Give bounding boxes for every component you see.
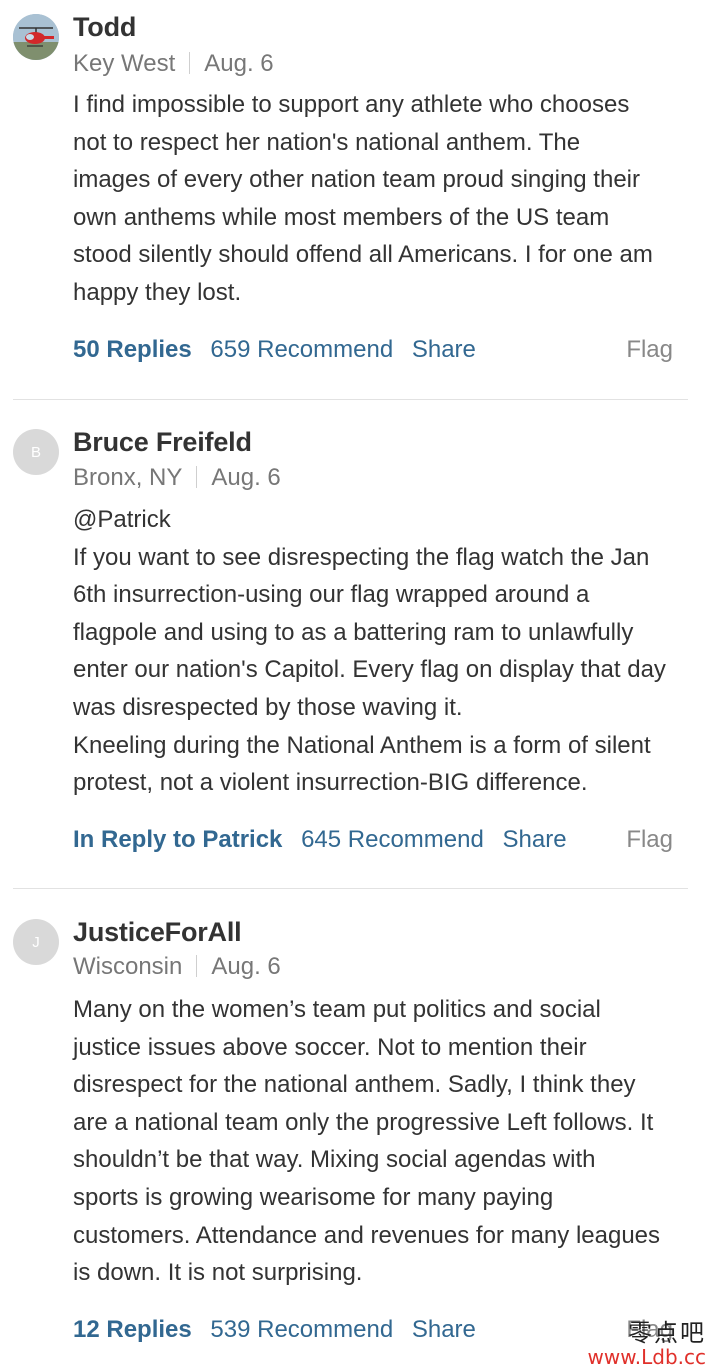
replies-link[interactable]: 12 Replies [73, 1316, 192, 1343]
meta-separator [196, 466, 198, 488]
comment-date: Aug. 6 [211, 953, 281, 980]
comment-divider [13, 888, 688, 889]
comment-body: @Patrick If you want to see disrespectin… [73, 501, 698, 802]
helicopter-photo-avatar [13, 14, 59, 60]
flag-button[interactable]: Flag [626, 826, 673, 854]
comment-date: Aug. 6 [211, 464, 281, 491]
meta-separator [196, 955, 198, 977]
comment-body: Many on the women’s team put politics an… [73, 991, 698, 1292]
avatar-initial: B [30, 443, 41, 461]
comment-paragraph: I find impossible to support any athlete… [73, 91, 653, 306]
user-avatar[interactable]: B [13, 429, 59, 475]
watermark-url: www.Ldb.cc [587, 1345, 706, 1369]
comment-author: JusticeForAll [73, 917, 242, 947]
comment-divider [13, 399, 688, 400]
user-avatar[interactable]: J [13, 919, 59, 965]
user-avatar[interactable] [13, 14, 59, 60]
comment-location: Key West [73, 50, 176, 77]
share-button[interactable]: Share [503, 826, 567, 853]
comment-body: I find impossible to support any athlete… [73, 86, 698, 312]
meta-separator [189, 52, 191, 74]
in-reply-to-link[interactable]: In Reply to Patrick [73, 826, 282, 853]
site-watermark: 零点吧 www.Ldb.cc [587, 1318, 706, 1369]
comment-date: Aug. 6 [204, 50, 274, 77]
comment-author: Todd [73, 12, 137, 42]
comment-author: Bruce Freifeld [73, 427, 252, 457]
comment-meta: Wisconsin Aug. 6 [73, 953, 281, 981]
share-button[interactable]: Share [412, 1316, 476, 1343]
comment-actions: In Reply to Patrick 645 Recommend Share … [73, 826, 673, 856]
flag-button[interactable]: Flag [626, 336, 673, 364]
replies-link[interactable]: 50 Replies [73, 336, 192, 363]
comment-meta: Key West Aug. 6 [73, 50, 274, 78]
comment-actions: 50 Replies 659 Recommend Share Flag [73, 336, 673, 366]
comment-location: Bronx, NY [73, 464, 183, 491]
recommend-button[interactable]: 659 Recommend [210, 336, 393, 363]
recommend-button[interactable]: 539 Recommend [210, 1316, 393, 1343]
watermark-chinese-text: 零点吧 [628, 1318, 706, 1347]
comment-paragraph: Many on the women’s team put politics an… [73, 996, 661, 1287]
comment-paragraph: @Patrick If you want to see disrespectin… [73, 506, 666, 797]
comment-meta: Bronx, NY Aug. 6 [73, 464, 281, 492]
comment-actions: 12 Replies 539 Recommend Share Flag [73, 1316, 673, 1346]
recommend-button[interactable]: 645 Recommend [301, 826, 484, 853]
comment-location: Wisconsin [73, 953, 183, 980]
avatar-initial: J [32, 933, 40, 951]
share-button[interactable]: Share [412, 336, 476, 363]
